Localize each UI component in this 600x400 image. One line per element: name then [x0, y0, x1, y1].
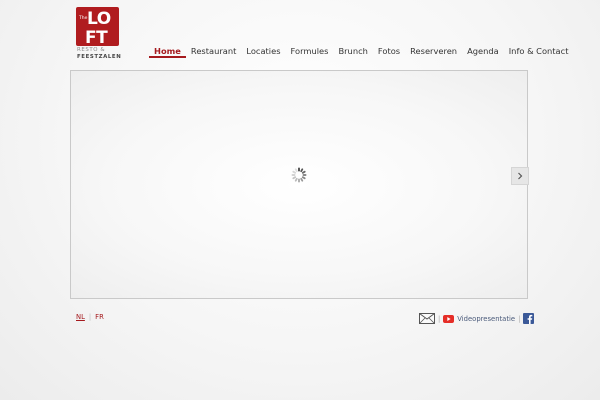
video-presentation-label: Videopresentatie — [457, 314, 516, 323]
logo-text-bottom: FT — [85, 28, 108, 46]
logo-mark: The LO FT — [78, 9, 111, 46]
nav-item-locaties[interactable]: Locaties — [241, 42, 285, 58]
nav-item-agenda[interactable]: Agenda — [462, 42, 504, 58]
logo-tagline-line1: RESTO & — [77, 47, 106, 53]
nav-item-formules[interactable]: Formules — [286, 42, 334, 58]
logo-text-top: LO — [87, 9, 111, 29]
slideshow-next-button[interactable] — [511, 167, 529, 185]
logo-tagline-line2: FEESTZALEN — [77, 54, 122, 60]
logo[interactable]: The LO FT RESTO & FEESTZALEN — [76, 7, 122, 63]
nav-item-brunch[interactable]: Brunch — [333, 42, 372, 58]
nav-item-home[interactable]: Home — [149, 42, 186, 58]
youtube-icon — [443, 314, 455, 323]
loading-spinner-icon — [291, 167, 307, 183]
nav-item-reserveren[interactable]: Reserveren — [405, 42, 462, 58]
language-separator: | — [88, 313, 92, 321]
social-separator: | — [518, 314, 521, 323]
chevron-right-icon — [518, 172, 523, 180]
slideshow-frame[interactable] — [70, 70, 528, 299]
social-links: | Videopresentatie | — [419, 313, 535, 324]
nav-item-fotos[interactable]: Fotos — [373, 42, 405, 58]
facebook-icon[interactable] — [523, 313, 535, 324]
nav-item-info-contact[interactable]: Info & Contact — [504, 42, 574, 58]
main-nav: Home Restaurant Locaties Formules Brunch… — [149, 42, 573, 62]
envelope-icon[interactable] — [419, 313, 435, 324]
language-switcher: NL | FR — [76, 313, 104, 321]
video-presentation-link[interactable]: Videopresentatie — [443, 314, 516, 323]
nav-item-restaurant[interactable]: Restaurant — [186, 42, 241, 58]
language-nl-link[interactable]: NL — [76, 313, 85, 321]
language-fr-link[interactable]: FR — [95, 313, 104, 321]
social-separator: | — [438, 314, 441, 323]
